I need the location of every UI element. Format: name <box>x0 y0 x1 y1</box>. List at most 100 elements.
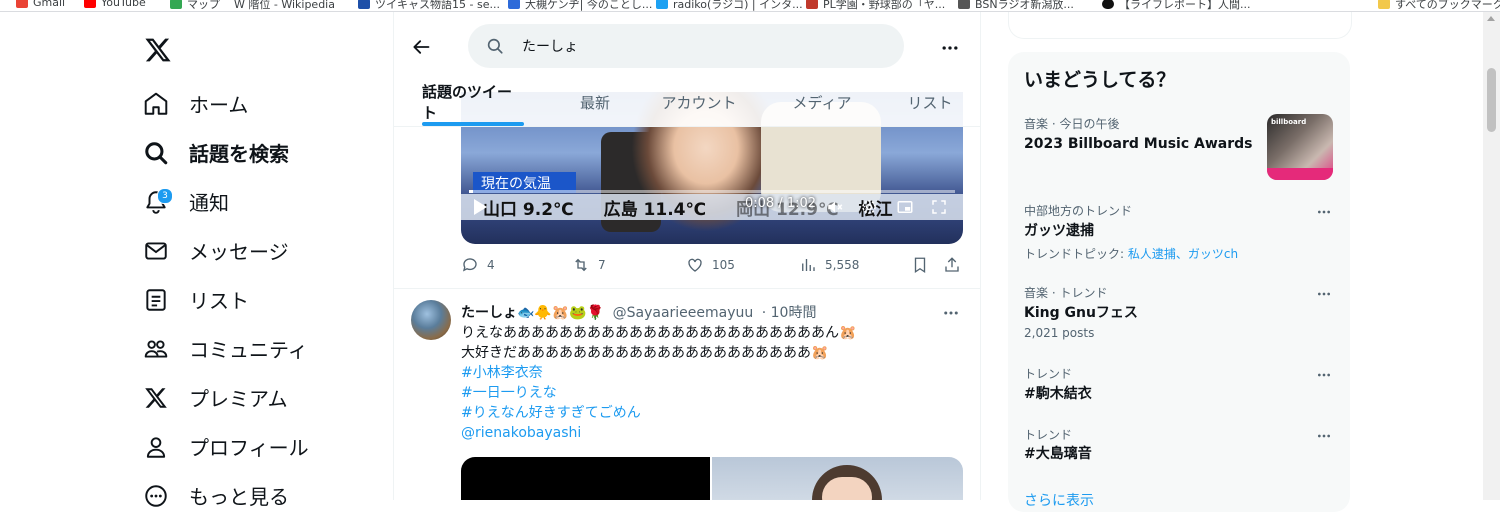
picture-in-picture-icon[interactable] <box>895 197 915 217</box>
list-icon <box>140 284 172 316</box>
tweet-author-name[interactable]: たーしょ🐟🐥🐹🐸🌹 <box>461 305 604 321</box>
trends-panel: いまどうしてる？ 音楽 · 今日の午後 2023 Billboard Music… <box>1008 52 1350 512</box>
scrollbar-thumb[interactable] <box>1487 68 1496 132</box>
search-icon <box>140 137 172 169</box>
fullscreen-icon[interactable] <box>929 197 949 217</box>
nav-home[interactable]: ホーム <box>140 79 309 128</box>
more-options-icon[interactable] <box>1316 428 1332 448</box>
bookmarks-bar: Gmail YouTube マップ W 階位 - Wikipedia ツイキャス… <box>0 0 1500 12</box>
reply-button[interactable]: 4 <box>461 256 495 274</box>
trend-category: 音楽 · トレンド <box>1024 286 1108 300</box>
home-icon <box>140 88 172 120</box>
nav-label: ホーム <box>189 93 249 117</box>
tweet-line: 大好きだあああああああああああああああああああああ🐹 <box>461 345 829 361</box>
tweet-time[interactable]: · 10時間 <box>762 305 817 321</box>
more-options-icon[interactable] <box>940 38 960 62</box>
trend-topic-links[interactable]: 私人逮捕、ガッツch <box>1128 247 1238 261</box>
tweet-media-1[interactable] <box>461 457 710 500</box>
tab-top[interactable]: 話題のツイート <box>422 78 524 126</box>
more-options-icon[interactable] <box>1316 204 1332 224</box>
views-icon <box>802 259 815 271</box>
b-logo-icon <box>1102 0 1114 9</box>
share-button[interactable] <box>943 256 961 274</box>
more-options-icon[interactable] <box>1316 367 1332 387</box>
bookmark-wikipedia[interactable]: W 階位 - Wikipedia <box>234 0 335 11</box>
nav-explore[interactable]: 話題を検索 <box>140 128 309 177</box>
avatar[interactable] <box>411 300 451 340</box>
nav-communities[interactable]: コミュニティ <box>140 324 309 373</box>
tab-latest[interactable]: 最新 <box>569 78 621 126</box>
nav-notifications[interactable]: 3 通知 <box>140 177 309 226</box>
retweet-button[interactable]: 7 <box>572 256 606 274</box>
video-progress-fill <box>469 190 473 193</box>
twitcas-icon <box>358 0 370 9</box>
primary-nav: ホーム 話題を検索 3 通知 メッセージ リスト コミュニティ プレミアム プロ… <box>140 79 309 520</box>
bookmark-gmail[interactable]: Gmail <box>16 0 65 9</box>
bookmark-all[interactable]: すべてのブックマーク <box>1378 0 1500 11</box>
tab-people[interactable]: アカウント <box>659 78 739 126</box>
nav-premium[interactable]: プレミアム <box>140 373 309 422</box>
bookmark-maps[interactable]: マップ <box>170 0 220 11</box>
tab-lists[interactable]: リスト <box>902 78 958 126</box>
right-top-card <box>1008 12 1352 39</box>
mute-icon[interactable] <box>825 197 845 217</box>
bookmark-radiko[interactable]: radiko(ラジコ) | インタ... <box>656 0 803 11</box>
gmail-icon <box>16 0 28 8</box>
more-options-icon[interactable] <box>942 304 960 326</box>
page-scrollbar[interactable] <box>1483 12 1500 500</box>
bookmark-youtube[interactable]: YouTube <box>84 0 146 9</box>
x-logo-icon[interactable] <box>144 36 172 64</box>
tab-media[interactable]: メディア <box>787 78 857 126</box>
trend-name: ガッツ逮捕 <box>1024 223 1094 239</box>
radiko-icon <box>656 0 668 9</box>
tweet-actions: 4 7 105 5,558 <box>461 256 963 276</box>
views-button[interactable]: 5,558 <box>799 256 859 274</box>
bookmark-bsn[interactable]: BSNラジオ新潟放... <box>958 0 1074 11</box>
tweet-media-2[interactable] <box>712 457 963 500</box>
bookmark-button[interactable] <box>911 256 929 274</box>
share-icon <box>945 257 959 272</box>
nav-label: 通知 <box>189 191 229 215</box>
hashtag-link[interactable]: #一日一りえな <box>461 383 856 403</box>
back-arrow-icon[interactable] <box>411 37 431 61</box>
trend-post-count: 2,021 posts <box>1024 326 1095 340</box>
more-options-icon[interactable] <box>1316 286 1332 306</box>
mention-link[interactable]: @rienakobayashi <box>461 423 856 443</box>
notification-badge: 3 <box>157 187 173 204</box>
heart-icon <box>688 258 702 272</box>
video-progress-bar[interactable] <box>469 190 955 193</box>
nav-label: リスト <box>189 289 249 313</box>
tweet-handle[interactable]: @Sayaarieeemayuu <box>613 305 754 321</box>
retweet-icon <box>575 258 587 272</box>
bell-icon: 3 <box>140 186 173 218</box>
nav-messages[interactable]: メッセージ <box>140 226 309 275</box>
scroll-up-arrow-icon[interactable] <box>1487 16 1495 21</box>
bookmark-otsuki[interactable]: 大槻ケンヂ| 今のことし... <box>508 0 652 11</box>
bookmark-pl-gakuen[interactable]: PL学園・野球部の「ヤ... <box>806 0 945 11</box>
search-box[interactable] <box>468 24 904 68</box>
site-icon <box>806 0 818 9</box>
trend-category: 中部地方のトレンド <box>1024 204 1133 218</box>
bookmark-twitcas[interactable]: ツイキャス物語15 - se... <box>358 0 500 11</box>
show-more-link[interactable]: さらに表示 <box>1024 490 1094 510</box>
trend-category: 音楽 · 今日の午後 <box>1024 117 1120 131</box>
divider <box>394 288 980 289</box>
hashtag-link[interactable]: #小林李衣奈 <box>461 363 856 383</box>
play-icon[interactable] <box>474 199 487 215</box>
bookmark-life-report[interactable]: 【ライフレポート】人間... <box>1102 0 1251 11</box>
settings-icon[interactable] <box>859 197 879 217</box>
tweet-header: たーしょ🐟🐥🐹🐸🌹 @Sayaarieeemayuu · 10時間 <box>461 302 816 322</box>
search-input[interactable] <box>520 37 884 55</box>
trend-category: トレンド <box>1024 367 1073 381</box>
nav-label: プレミアム <box>189 387 288 411</box>
nav-profile[interactable]: プロフィール <box>140 422 309 471</box>
like-button[interactable]: 105 <box>686 256 735 274</box>
timeline-column: 話題のツイート 最新 アカウント メディア リスト 現在の気温 山口 9.2℃ … <box>393 12 981 500</box>
nav-label: 話題を検索 <box>189 142 289 166</box>
nav-lists[interactable]: リスト <box>140 275 309 324</box>
trend-name: King Gnuフェス <box>1024 305 1138 321</box>
hashtag-link[interactable]: #りえなん好きすぎてごめん <box>461 403 856 423</box>
more-circle-icon <box>140 480 172 512</box>
site-icon <box>508 0 520 9</box>
nav-more[interactable]: もっと見る <box>140 471 309 520</box>
